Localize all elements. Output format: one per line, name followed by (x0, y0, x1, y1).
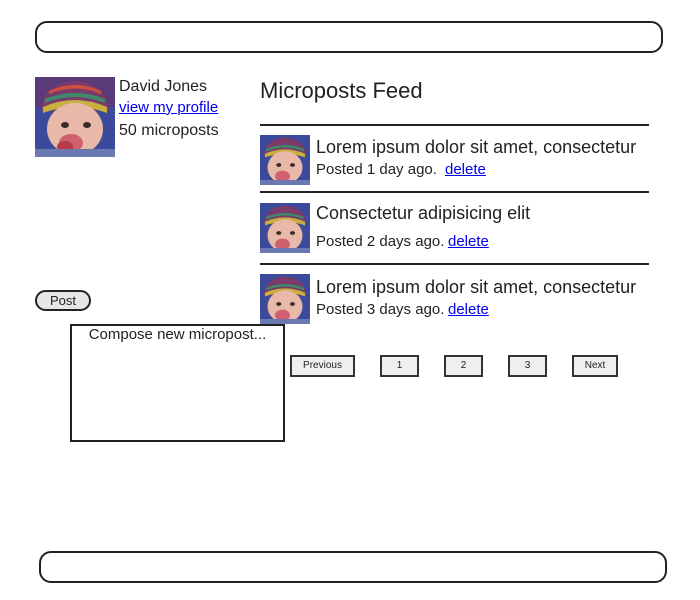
header-bar (35, 21, 663, 53)
page-2-button[interactable]: 2 (444, 355, 483, 377)
profile-name: David Jones (119, 78, 208, 95)
feed-divider (260, 124, 649, 126)
delete-post-link[interactable]: delete (448, 301, 489, 319)
delete-post-link[interactable]: delete (448, 233, 489, 251)
micropost-count: 50 microposts (119, 122, 219, 139)
post-avatar (260, 274, 310, 324)
feed-divider (260, 191, 649, 193)
post-content: Lorem ipsum dolor sit amet, consectetur (316, 277, 637, 297)
compose-micropost-input[interactable] (70, 324, 285, 442)
footer-bar (39, 551, 667, 583)
post-content: Lorem ipsum dolor sit amet, consectetur (316, 137, 637, 157)
post-avatar (260, 135, 310, 185)
profile-avatar (35, 77, 115, 157)
previous-page-button[interactable]: Previous (290, 355, 355, 377)
next-page-button[interactable]: Next (572, 355, 618, 377)
post-avatar (260, 203, 310, 253)
feed-title: Microposts Feed (260, 78, 423, 103)
post-content: Consectetur adipisicing elit (316, 203, 531, 223)
post-timestamp: Posted 3 days ago. (316, 301, 445, 318)
post-timestamp: Posted 2 days ago. (316, 233, 445, 250)
page-3-button[interactable]: 3 (508, 355, 547, 377)
feed-divider (260, 263, 649, 265)
post-timestamp: Posted 1 day ago. (316, 161, 437, 178)
page-1-button[interactable]: 1 (380, 355, 419, 377)
delete-post-link[interactable]: delete (445, 161, 486, 179)
compose-area (35, 162, 285, 442)
post-button[interactable]: Post (35, 290, 91, 311)
view-profile-link[interactable]: view my profile (119, 99, 218, 117)
